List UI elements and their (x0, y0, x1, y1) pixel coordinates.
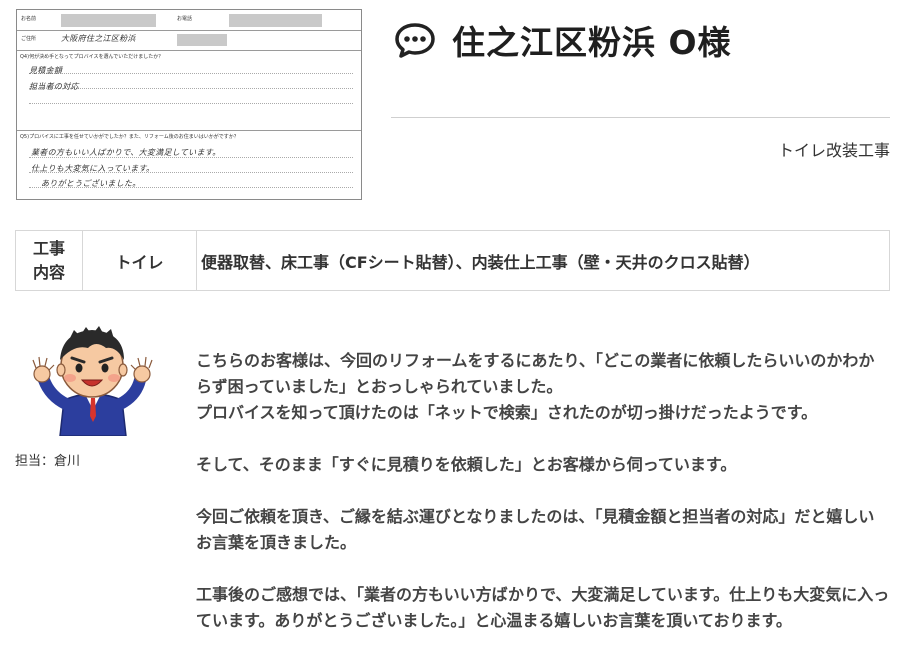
story-paragraph: 工事後のご感想では、「業者の方もいい方ばかりで、大変満足しています。仕上りも大変… (196, 585, 890, 630)
survey-address-label: ご住所 (21, 36, 37, 42)
survey-address-handwriting: 大阪府住之江区粉浜 (61, 34, 136, 43)
survey-q5-answer: 仕上りも大変気に入っています。 (31, 164, 155, 173)
survey-phone-label: お電話 (177, 16, 193, 22)
work-category: トイレ改装工事 (777, 141, 890, 160)
survey-q5-block: Q5)プロバイスに工事を任せていかがでしたか？また、リフォーム後のお住まいはいか… (17, 131, 361, 199)
work-table-heading: 工事 内容 (16, 231, 83, 290)
survey-q5-answer: ありがとうございました。 (41, 179, 141, 188)
phone-redaction (229, 14, 322, 27)
survey-q4-question: Q4)何が決め手となってプロバイスを選んでいただけましたか？ (20, 54, 164, 60)
work-table-heading-text: 工事 内容 (32, 238, 65, 282)
survey-q4-block: Q4)何が決め手となってプロバイスを選んでいただけましたか？ 見積金額 担当者の… (17, 51, 361, 131)
survey-q4-answer: 担当者の対応 (29, 82, 79, 91)
survey-q5-answer: 業者の方もいい人ばかりで、大変満足しています。 (31, 148, 221, 157)
case-title-bar: 住之江区粉浜 O様 (392, 14, 890, 66)
story-paragraph: こちらのお客様は、今回のリフォームをするにあたり、「どこの業者に依頼したらいいの… (196, 351, 875, 422)
survey-form-image: お名前 お電話 ご住所 大阪府住之江区粉浜 Q4)何が決め手となってプロバイスを… (16, 9, 362, 200)
survey-q5-question: Q5)プロバイスに工事を任せていかがでしたか？また、リフォーム後のお住まいはいか… (20, 134, 239, 140)
staff-name: 担当：倉川 (15, 454, 81, 469)
title-divider (391, 117, 890, 118)
work-summary-table: 工事 内容 トイレ 便器取替、床工事（CFシート貼替）、内装仕上工事（壁・天井の… (15, 230, 890, 291)
story-paragraph: 今回ご依頼を頂き、ご縁を結ぶ運びとなりましたのは、「見積金額と担当者の対応」だと… (196, 507, 875, 552)
survey-name-row: お名前 お電話 (17, 10, 361, 31)
staff-avatar (32, 326, 153, 436)
customer-story: こちらのお客様は、今回のリフォームをするにあたり、「どこの業者に依頼したらいいの… (196, 348, 890, 634)
name-redaction (61, 14, 156, 27)
work-details: 便器取替、床工事（CFシート貼替）、内装仕上工事（壁・天井のクロス貼替） (201, 252, 760, 272)
speech-bubble-icon (395, 23, 435, 58)
survey-q4-answer: 見積金額 (29, 66, 63, 75)
address-redaction (177, 34, 227, 46)
case-title: 住之江区粉浜 O様 (452, 23, 732, 62)
story-paragraph: そして、そのまま「すぐに見積りを依頼した」とお客様から伺っています。 (196, 455, 737, 474)
survey-address-row: ご住所 大阪府住之江区粉浜 (17, 31, 361, 51)
survey-name-label: お名前 (21, 16, 37, 22)
work-location: トイレ (83, 231, 197, 290)
